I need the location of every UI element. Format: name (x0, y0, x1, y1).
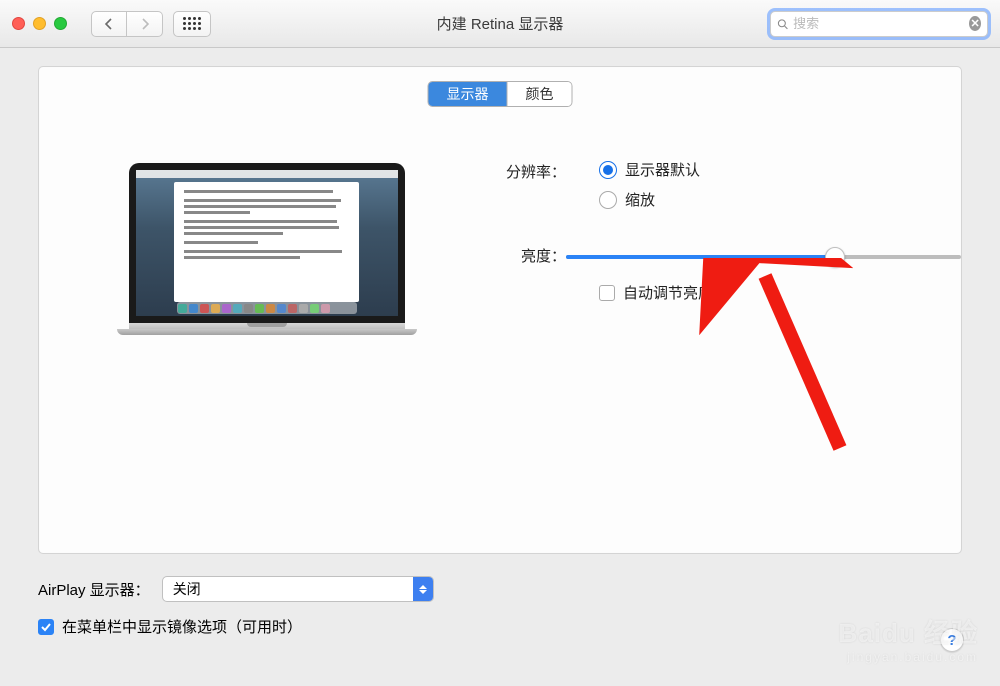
slider-thumb[interactable] (825, 247, 845, 267)
tab-display[interactable]: 显示器 (429, 82, 507, 106)
clear-search-button[interactable]: ✕ (969, 16, 981, 31)
auto-brightness-row[interactable]: 自动调节亮度 (599, 282, 713, 303)
radio-default[interactable] (599, 161, 617, 179)
search-input[interactable] (793, 16, 969, 31)
forward-button[interactable] (127, 11, 163, 37)
grid-icon (183, 17, 201, 30)
mirror-label: 在菜单栏中显示镜像选项（可用时） (62, 616, 302, 637)
show-all-button[interactable] (173, 11, 211, 37)
resolution-label: 分辨率： (446, 161, 566, 182)
airplay-label: AirPlay 显示器： (38, 579, 150, 600)
window-controls (12, 17, 67, 30)
airplay-row: AirPlay 显示器： 关闭 (38, 576, 434, 602)
content-panel: 显示器 颜色 分辨率： 显示器默认 缩放 (38, 66, 962, 554)
minimize-button[interactable] (33, 17, 46, 30)
back-button[interactable] (91, 11, 127, 37)
window-title: 内建 Retina 显示器 (437, 13, 564, 34)
tab-color[interactable]: 颜色 (507, 82, 572, 106)
auto-brightness-checkbox[interactable] (599, 285, 615, 301)
titlebar: 内建 Retina 显示器 ✕ (0, 0, 1000, 48)
slider-fill (566, 255, 835, 259)
airplay-value: 关闭 (173, 579, 201, 599)
radio-default-label: 显示器默认 (625, 159, 700, 180)
close-button[interactable] (12, 17, 25, 30)
mirror-row[interactable]: 在菜单栏中显示镜像选项（可用时） (38, 616, 302, 637)
popup-arrows-icon (413, 577, 433, 601)
nav-buttons (91, 11, 163, 37)
tab-segmented-control: 显示器 颜色 (428, 81, 573, 107)
zoom-button[interactable] (54, 17, 67, 30)
radio-scaled-label: 缩放 (625, 189, 655, 210)
search-field[interactable]: ✕ (770, 11, 988, 37)
airplay-popup[interactable]: 关闭 (162, 576, 434, 602)
display-illustration (129, 163, 405, 331)
auto-brightness-label: 自动调节亮度 (623, 282, 713, 303)
help-button[interactable]: ? (940, 628, 964, 652)
brightness-label: 亮度： (446, 245, 566, 266)
checkmark-icon (40, 621, 52, 633)
radio-scaled[interactable] (599, 191, 617, 209)
mirror-checkbox[interactable] (38, 619, 54, 635)
brightness-slider[interactable] (566, 247, 961, 267)
search-icon (777, 17, 788, 31)
resolution-default-row[interactable]: 显示器默认 (599, 159, 700, 180)
resolution-scaled-row[interactable]: 缩放 (599, 189, 655, 210)
